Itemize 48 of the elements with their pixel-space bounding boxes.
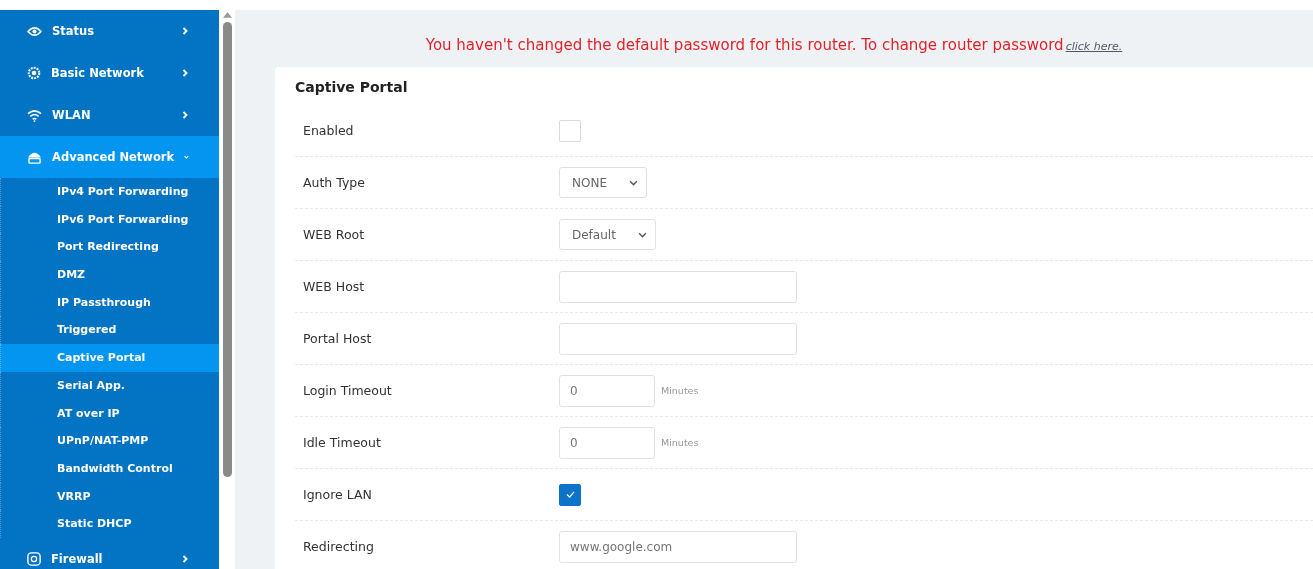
unit-label: Minutes <box>661 437 699 448</box>
nav-label: Advanced Network <box>52 150 175 164</box>
field-label: WEB Host <box>302 279 366 294</box>
chevron-right-icon <box>181 111 189 119</box>
field-label: Enabled <box>302 123 355 138</box>
submenu-item[interactable]: Captive Portal <box>0 344 219 372</box>
firewall-icon <box>27 551 41 566</box>
nav-label: WLAN <box>52 108 92 122</box>
field-label: Redirecting <box>302 539 375 554</box>
warning-message: You haven't changed the default password for this router. To change router password click here. <box>424 36 1124 54</box>
checkmark-icon <box>565 491 575 498</box>
dropdown[interactable]: Default <box>559 219 656 250</box>
gear-icon <box>27 66 41 80</box>
scroll-up-icon[interactable] <box>222 12 232 18</box>
field-label: Idle Timeout <box>302 435 382 450</box>
field-label: Ignore LAN <box>302 487 373 502</box>
field-label: WEB Root <box>302 227 366 242</box>
chevron-down-icon <box>629 179 638 186</box>
chevron-right-icon <box>181 27 189 35</box>
chevron-down-icon <box>184 153 189 161</box>
unit-label: Minutes <box>661 385 699 396</box>
checkbox[interactable] <box>559 483 581 506</box>
nav-label: Firewall <box>51 551 104 566</box>
nav-label: Basic Network <box>51 66 145 80</box>
input-field[interactable]: www.google.com <box>559 530 797 563</box>
sidebar-item[interactable]: Firewall <box>0 537 219 569</box>
chevron-down-icon <box>637 231 647 238</box>
input-field[interactable]: 0 <box>559 374 655 407</box>
input-field[interactable] <box>559 270 797 303</box>
chevron-right-icon <box>181 69 189 77</box>
sidebar-item[interactable]: Status <box>0 10 219 52</box>
scrollbar-thumb[interactable] <box>222 22 232 477</box>
input-field[interactable] <box>559 322 797 355</box>
input-field[interactable]: 0 <box>559 426 655 459</box>
field-label: Auth Type <box>302 175 366 190</box>
card-title: Captive Portal <box>295 79 409 97</box>
click-here-link[interactable]: click here. <box>1065 40 1123 53</box>
chevron-right-icon <box>181 554 189 563</box>
field-label: Portal Host <box>302 331 373 346</box>
field-label: Login Timeout <box>302 383 393 398</box>
wifi-icon <box>27 108 42 122</box>
sidebar-item[interactable]: Advanced Network <box>0 136 219 178</box>
eye-icon <box>27 25 42 37</box>
network-icon <box>27 150 42 164</box>
dropdown[interactable]: NONE <box>559 167 647 198</box>
nav-label: Status <box>52 24 96 38</box>
sidebar-item[interactable]: WLAN <box>0 94 219 136</box>
sidebar-item[interactable]: Basic Network <box>0 52 219 94</box>
